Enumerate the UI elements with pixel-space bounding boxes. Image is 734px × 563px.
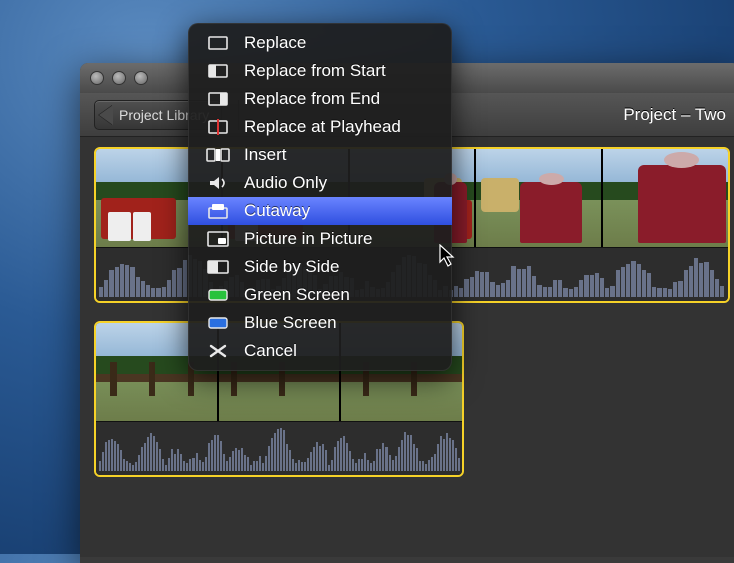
replace-start-icon [206,62,230,80]
menu-item-replace-from-start[interactable]: Replace from Start [188,57,452,85]
menu-item-label: Replace from Start [244,61,386,81]
menu-item-cancel[interactable]: Cancel [188,337,452,365]
blue-screen-icon [206,314,230,332]
menu-item-label: Replace [244,33,306,53]
menu-item-label: Blue Screen [244,313,337,333]
menu-item-label: Insert [244,145,287,165]
menu-item-cutaway[interactable]: Cutaway [188,197,452,225]
menu-item-label: Cancel [244,341,297,361]
cutaway-icon [206,202,230,220]
green-screen-icon [206,286,230,304]
menu-item-replace-from-end[interactable]: Replace from End [188,85,452,113]
menu-item-label: Side by Side [244,257,339,277]
replace-icon [206,34,230,52]
replace-end-icon [206,90,230,108]
menu-item-blue-screen[interactable]: Blue Screen [188,309,452,337]
menu-item-replace-at-playhead[interactable]: Replace at Playhead [188,113,452,141]
menu-item-label: Audio Only [244,173,327,193]
audio-icon [206,174,230,192]
window-controls [90,71,148,85]
sidebyside-icon [206,258,230,276]
menu-item-label: Replace at Playhead [244,117,401,137]
menu-item-label: Green Screen [244,285,350,305]
menu-item-insert[interactable]: Insert [188,141,452,169]
menu-item-picture-in-picture[interactable]: Picture in Picture [188,225,452,253]
menu-item-green-screen[interactable]: Green Screen [188,281,452,309]
cancel-icon [206,342,230,360]
menu-item-side-by-side[interactable]: Side by Side [188,253,452,281]
clip-drop-context-menu[interactable]: Replace Replace from Start Replace from En… [188,23,452,371]
menu-item-replace[interactable]: Replace [188,29,452,57]
clip-thumbnail[interactable] [603,149,728,247]
audio-waveform [96,421,462,475]
chevron-left-icon [99,105,113,125]
close-window-button[interactable] [90,71,104,85]
menu-item-label: Replace from End [244,89,380,109]
menu-item-audio-only[interactable]: Audio Only [188,169,452,197]
menu-item-label: Picture in Picture [244,229,373,249]
pip-icon [206,230,230,248]
replace-playhead-icon [206,118,230,136]
clip-thumbnail[interactable] [476,149,603,247]
insert-icon [206,146,230,164]
mouse-cursor-icon [439,244,457,268]
zoom-window-button[interactable] [134,71,148,85]
menu-item-label: Cutaway [244,201,310,221]
minimize-window-button[interactable] [112,71,126,85]
project-title: Project – Two [623,105,726,125]
